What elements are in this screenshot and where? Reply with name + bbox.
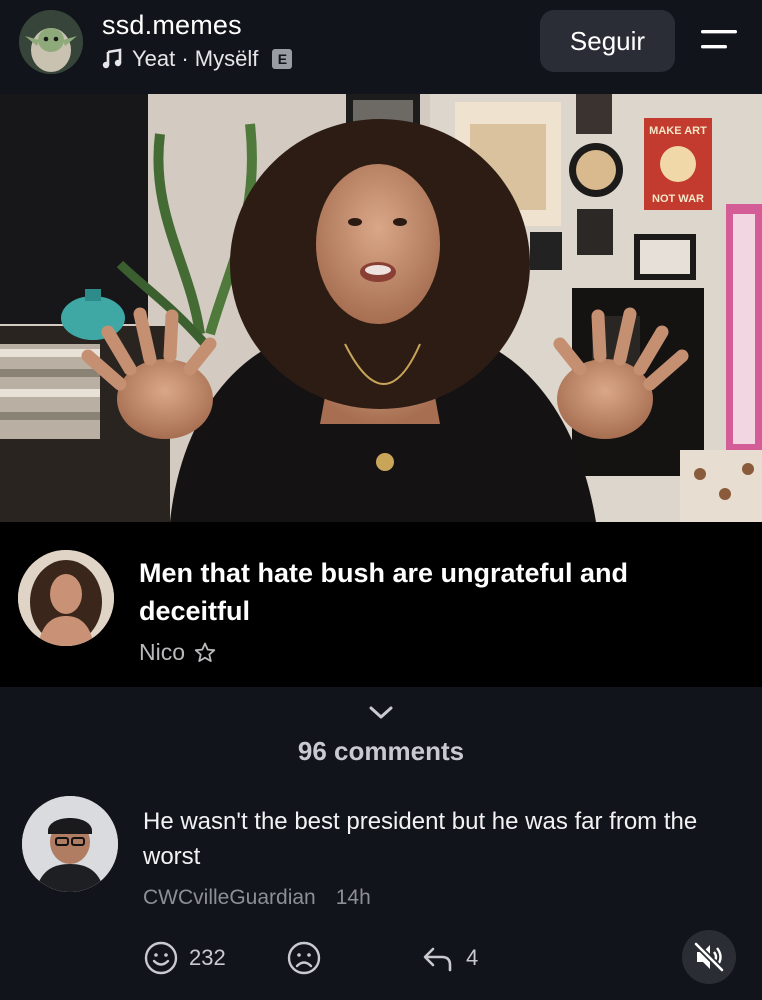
caption-author-name: Nico xyxy=(139,639,186,665)
post-header: ssd.memes Yeat · Mysëlf E Seguir xyxy=(0,0,762,94)
star-icon xyxy=(194,642,216,662)
song-info[interactable]: Yeat · Mysëlf E xyxy=(102,46,293,72)
chevron-down-icon[interactable] xyxy=(366,702,396,722)
comments-count[interactable]: 96 comments xyxy=(0,736,762,767)
song-title: Yeat · Mysëlf xyxy=(132,46,259,71)
comment-time: 14h xyxy=(335,886,371,909)
account-avatar[interactable] xyxy=(19,10,83,74)
commenter-avatar[interactable] xyxy=(22,796,118,892)
poster-text: MAKE ART xyxy=(649,125,707,137)
explicit-badge: E xyxy=(272,49,293,69)
music-note-icon xyxy=(102,48,122,69)
mute-button[interactable] xyxy=(682,930,736,984)
frown-icon xyxy=(287,941,321,975)
follow-button[interactable]: Seguir xyxy=(540,10,675,72)
menu-icon[interactable] xyxy=(697,26,741,54)
reply-count: 4 xyxy=(466,945,479,970)
like-count: 232 xyxy=(189,945,226,970)
reply-button[interactable]: 4 xyxy=(420,938,478,978)
account-username[interactable]: ssd.memes xyxy=(102,10,242,41)
mute-icon xyxy=(693,941,725,973)
reply-icon xyxy=(423,947,452,972)
dislike-button[interactable] xyxy=(286,938,322,978)
like-button[interactable]: 232 xyxy=(143,938,226,978)
comment-author[interactable]: CWCvilleGuardian xyxy=(143,886,316,909)
caption-author-avatar xyxy=(18,550,114,646)
caption-overlay: Men that hate bush are ungrateful and de… xyxy=(0,522,762,687)
comment-meta: CWCvilleGuardian 14h xyxy=(143,886,371,910)
video-player[interactable]: MAKE ART NOT WAR xyxy=(0,94,762,522)
caption-author: Nico xyxy=(139,639,217,666)
svg-text:NOT WAR: NOT WAR xyxy=(652,193,704,205)
smile-icon xyxy=(144,941,178,975)
caption-text: Men that hate bush are ungrateful and de… xyxy=(139,558,629,626)
comment-text: He wasn't the best president but he was … xyxy=(143,808,698,870)
